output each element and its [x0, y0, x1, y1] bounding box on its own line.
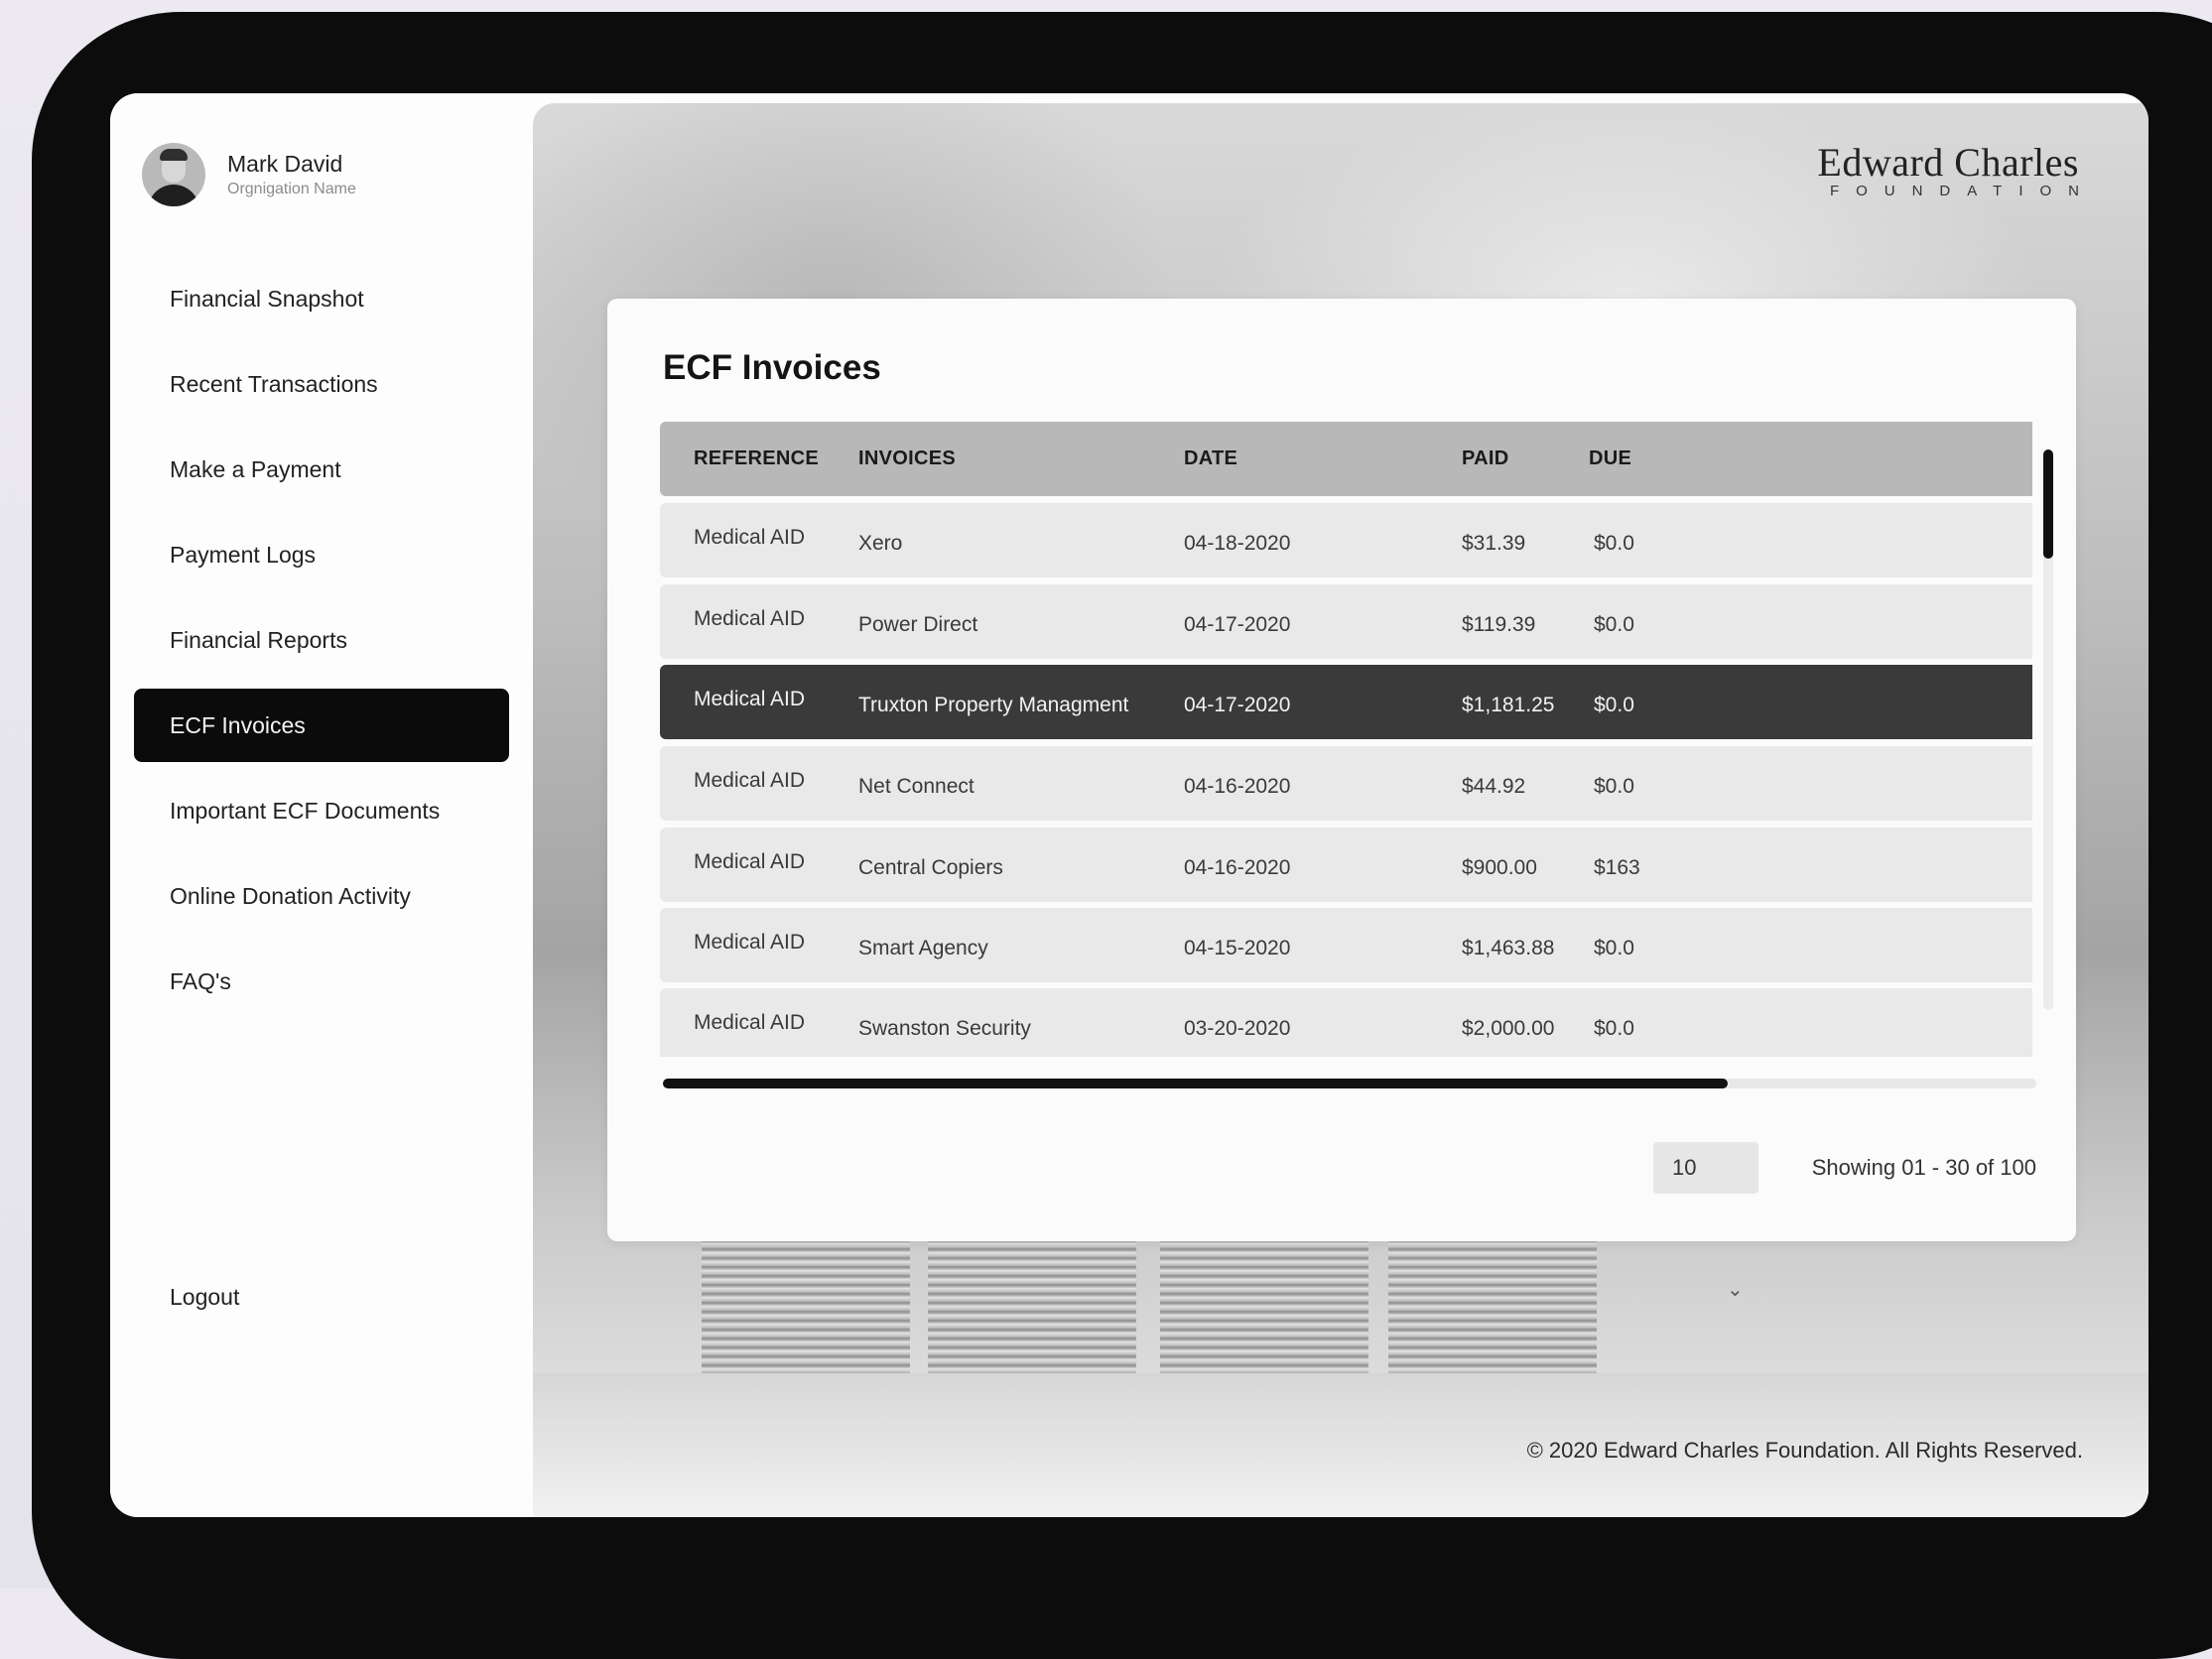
cell-due: $0.0	[1594, 775, 1634, 798]
footer-copyright: © 2020 Edward Charles Foundation. All Ri…	[1526, 1438, 2083, 1463]
user-profile[interactable]: Mark David Orgnigation Name	[142, 143, 356, 206]
column-header-paid[interactable]: PAID	[1462, 422, 1509, 496]
vertical-scrollbar-thumb[interactable]	[2043, 449, 2053, 559]
cell-due: $0.0	[1594, 613, 1634, 636]
column-header-due[interactable]: DUE	[1589, 422, 1631, 496]
cell-invoice: Xero	[858, 532, 903, 555]
sidebar-item-important-ecf-documents[interactable]: Important ECF Documents	[134, 774, 509, 847]
avatar[interactable]	[142, 143, 205, 206]
sidebar-item-ecf-invoices[interactable]: ECF Invoices	[134, 689, 509, 762]
cell-paid: $1,463.88	[1462, 937, 1555, 959]
logout-link[interactable]: Logout	[170, 1284, 239, 1311]
table-row-selected[interactable]: Medical AID Truxton Property Managment 0…	[660, 665, 2032, 739]
cell-date: 04-18-2020	[1184, 532, 1291, 555]
main-content: Edward Charles FOUNDATION ⌄ ECF Invoices…	[533, 103, 2148, 1517]
cell-reference: Medical AID	[694, 607, 806, 630]
table-row[interactable]: Medical AID Xero 04-18-2020 $31.39 $0.0	[660, 503, 2032, 577]
user-name: Mark David	[227, 151, 343, 177]
cell-invoice: Power Direct	[858, 613, 978, 636]
organization-name: Orgnigation Name	[227, 181, 356, 197]
cell-date: 04-16-2020	[1184, 856, 1291, 879]
cell-invoice: Swanston Security	[858, 1017, 1031, 1040]
app-screen: Mark David Orgnigation Name Financial Sn…	[110, 93, 2148, 1517]
cell-due: $0.0	[1594, 532, 1634, 555]
cell-paid: $1,181.25	[1462, 694, 1555, 716]
table-row[interactable]: Medical AID Swanston Security 03-20-2020…	[660, 988, 2032, 1057]
cell-reference: Medical AID	[694, 688, 806, 710]
horizontal-scrollbar-thumb[interactable]	[663, 1079, 1728, 1088]
cell-date: 03-20-2020	[1184, 1017, 1291, 1040]
cell-invoice: Smart Agency	[858, 937, 988, 959]
sidebar: Mark David Orgnigation Name Financial Sn…	[110, 93, 532, 1517]
column-header-date[interactable]: DATE	[1184, 422, 1237, 496]
cell-paid: $119.39	[1462, 613, 1536, 636]
page-title: ECF Invoices	[663, 348, 881, 387]
cell-paid: $31.39	[1462, 532, 1526, 555]
cell-due: $0.0	[1594, 694, 1634, 716]
table-row[interactable]: Medical AID Net Connect 04-16-2020 $44.9…	[660, 746, 2032, 821]
sidebar-item-recent-transactions[interactable]: Recent Transactions	[134, 347, 509, 421]
pagination-status: Showing 01 - 30 of 100	[1811, 1155, 2036, 1180]
cell-date: 04-15-2020	[1184, 937, 1291, 959]
cell-reference: Medical AID	[694, 526, 806, 549]
brand-subtitle: FOUNDATION	[1829, 183, 2096, 199]
invoices-table: REFERENCE INVOICES DATE PAID DUE Medical…	[660, 422, 2032, 1057]
table-header: REFERENCE INVOICES DATE PAID DUE	[660, 422, 2032, 496]
cell-due: $0.0	[1594, 937, 1634, 959]
rows-per-page-input[interactable]	[1653, 1142, 1758, 1194]
column-header-invoices[interactable]: INVOICES	[858, 422, 956, 496]
cell-invoice: Truxton Property Managment	[858, 694, 1129, 716]
cell-reference: Medical AID	[694, 931, 806, 954]
cell-paid: $44.92	[1462, 775, 1526, 798]
sidebar-item-faqs[interactable]: FAQ's	[134, 945, 509, 1018]
cell-due: $163	[1594, 856, 1640, 879]
cell-paid: $900.00	[1462, 856, 1537, 879]
table-row[interactable]: Medical AID Power Direct 04-17-2020 $119…	[660, 584, 2032, 659]
brand-name: Edward Charles	[1817, 140, 2079, 185]
cell-date: 04-16-2020	[1184, 775, 1291, 798]
sidebar-item-financial-reports[interactable]: Financial Reports	[134, 603, 509, 677]
cell-reference: Medical AID	[694, 1011, 806, 1034]
cell-reference: Medical AID	[694, 769, 806, 792]
invoices-card: ECF Invoices REFERENCE INVOICES DATE PAI…	[607, 299, 2076, 1241]
cell-date: 04-17-2020	[1184, 694, 1291, 716]
table-row[interactable]: Medical AID Smart Agency 04-15-2020 $1,4…	[660, 908, 2032, 982]
cell-date: 04-17-2020	[1184, 613, 1291, 636]
cell-invoice: Central Copiers	[858, 856, 1003, 879]
table-row[interactable]: Medical AID Central Copiers 04-16-2020 $…	[660, 828, 2032, 902]
cell-reference: Medical AID	[694, 850, 806, 873]
sidebar-item-make-a-payment[interactable]: Make a Payment	[134, 433, 509, 506]
chevron-down-icon[interactable]: ⌄	[1727, 1277, 1744, 1302]
sidebar-item-payment-logs[interactable]: Payment Logs	[134, 518, 509, 591]
cell-invoice: Net Connect	[858, 775, 975, 798]
column-header-reference[interactable]: REFERENCE	[694, 422, 819, 496]
sidebar-item-financial-snapshot[interactable]: Financial Snapshot	[134, 262, 509, 335]
brand-logo: Edward Charles FOUNDATION	[1817, 140, 2079, 199]
cell-paid: $2,000.00	[1462, 1017, 1555, 1040]
sidebar-item-online-donation-activity[interactable]: Online Donation Activity	[134, 859, 509, 933]
cell-due: $0.0	[1594, 1017, 1634, 1040]
